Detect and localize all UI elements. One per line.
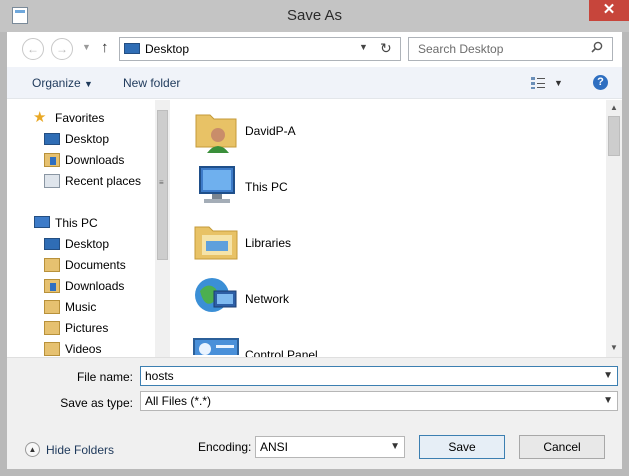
forward-button[interactable]: → bbox=[51, 38, 73, 60]
content-item-libraries[interactable]: Libraries bbox=[245, 236, 291, 250]
chevron-down-icon[interactable]: ▼ bbox=[603, 367, 613, 385]
file-name-label: File name: bbox=[76, 370, 133, 384]
refresh-icon[interactable]: ↻ bbox=[380, 40, 392, 57]
nav-item-favorites-downloads[interactable]: Downloads bbox=[65, 150, 124, 170]
save-as-type-select[interactable]: All Files (*.*) ▼ bbox=[140, 391, 618, 411]
user-folder-icon bbox=[192, 105, 240, 153]
nav-item-favorites-desktop[interactable]: Desktop bbox=[65, 129, 109, 149]
nav-item-recent-places[interactable]: Recent places bbox=[65, 171, 141, 191]
desktop-icon bbox=[124, 43, 140, 54]
back-button[interactable]: ← bbox=[22, 38, 44, 60]
content-scrollbar-thumb[interactable] bbox=[608, 116, 620, 156]
downloads-icon bbox=[44, 153, 60, 167]
back-arrow-icon: ← bbox=[27, 42, 39, 56]
chevron-down-icon: ▼ bbox=[84, 79, 93, 89]
computer-icon bbox=[34, 216, 50, 228]
file-name-value: hosts bbox=[145, 369, 174, 383]
address-location: Desktop bbox=[145, 42, 190, 56]
file-name-input[interactable]: hosts ▼ bbox=[140, 366, 618, 386]
scroll-grip-icon: ≡ bbox=[159, 178, 164, 187]
search-input[interactable] bbox=[408, 37, 613, 61]
save-as-type-label: Save as type: bbox=[60, 396, 133, 410]
music-icon bbox=[44, 300, 60, 314]
nav-item-videos[interactable]: Videos bbox=[65, 339, 101, 359]
content-item-control-panel[interactable]: Control Panel bbox=[245, 348, 318, 357]
videos-icon bbox=[44, 342, 60, 356]
content-item-control-panel-clip: Control Panel bbox=[245, 337, 365, 357]
search-icon[interactable] bbox=[591, 41, 603, 56]
desktop-icon bbox=[44, 238, 60, 250]
star-icon: ★ bbox=[33, 109, 47, 126]
save-button[interactable]: Save bbox=[419, 435, 505, 459]
address-dropdown-icon[interactable]: ▼ bbox=[359, 42, 368, 52]
encoding-select[interactable]: ANSI ▼ bbox=[255, 436, 405, 458]
nav-favorites[interactable]: Favorites bbox=[55, 108, 104, 128]
content-item-user-folder[interactable]: DavidP-A bbox=[245, 124, 296, 138]
control-panel-icon bbox=[192, 337, 240, 355]
downloads-icon bbox=[44, 279, 60, 293]
chevron-down-icon[interactable]: ▼ bbox=[603, 392, 613, 410]
up-arrow-icon[interactable]: ↑ bbox=[101, 39, 109, 56]
hide-folders-button[interactable]: Hide Folders bbox=[46, 443, 114, 457]
libraries-icon bbox=[192, 217, 240, 265]
pictures-icon bbox=[44, 321, 60, 335]
nav-item-pc-downloads[interactable]: Downloads bbox=[65, 276, 124, 296]
recent-locations-chevron-icon[interactable]: ▼ bbox=[82, 42, 91, 52]
nav-item-documents[interactable]: Documents bbox=[65, 255, 126, 275]
change-view-icon[interactable] bbox=[530, 76, 546, 93]
organize-label: Organize bbox=[32, 76, 81, 90]
scroll-down-icon[interactable]: ▼ bbox=[610, 343, 618, 352]
chevron-down-icon[interactable]: ▼ bbox=[390, 437, 400, 457]
scroll-up-icon[interactable]: ▲ bbox=[610, 103, 618, 112]
window-title: Save As bbox=[286, 7, 343, 24]
content-item-this-pc[interactable]: This PC bbox=[245, 180, 288, 194]
organize-button[interactable]: Organize ▼ bbox=[32, 67, 93, 99]
save-as-type-value: All Files (*.*) bbox=[145, 394, 212, 408]
cancel-button[interactable]: Cancel bbox=[519, 435, 605, 459]
nav-item-pictures[interactable]: Pictures bbox=[65, 318, 108, 338]
encoding-value: ANSI bbox=[260, 440, 289, 454]
nav-item-music[interactable]: Music bbox=[65, 297, 96, 317]
nav-item-pc-desktop[interactable]: Desktop bbox=[65, 234, 109, 254]
recent-places-icon bbox=[44, 174, 60, 188]
close-button[interactable]: ✕ bbox=[589, 0, 629, 21]
encoding-label: Encoding: bbox=[198, 440, 252, 454]
nav-this-pc[interactable]: This PC bbox=[55, 213, 98, 233]
view-options-chevron-icon[interactable]: ▼ bbox=[554, 78, 563, 88]
content-item-network[interactable]: Network bbox=[245, 292, 289, 306]
computer-icon bbox=[192, 161, 240, 209]
network-icon bbox=[192, 273, 240, 321]
help-icon[interactable]: ? bbox=[593, 75, 608, 90]
new-folder-button[interactable]: New folder bbox=[123, 67, 180, 99]
desktop-icon bbox=[44, 133, 60, 145]
documents-icon bbox=[44, 258, 60, 272]
chevron-up-icon[interactable]: ▲ bbox=[25, 442, 40, 457]
forward-arrow-icon: → bbox=[56, 42, 68, 56]
